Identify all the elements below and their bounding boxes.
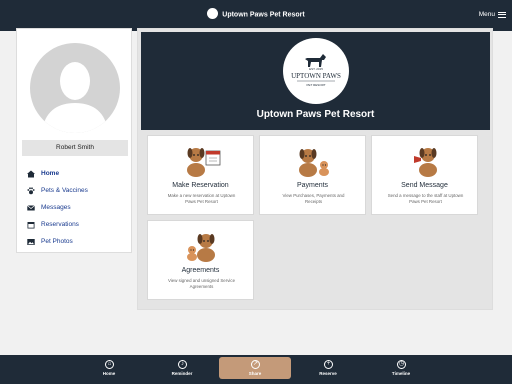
clock-icon: ◷ — [397, 360, 406, 369]
hamburger-icon — [498, 11, 506, 18]
hero-banner: EST. 2015 UPTOWN PAWS PET RESORT Uptown … — [141, 32, 490, 130]
sidebar-item-home[interactable]: Home — [27, 165, 127, 182]
person-silhouette-icon — [42, 62, 108, 133]
tab-label: Reminder — [171, 371, 193, 376]
payments-card[interactable]: Payments View Purchases, Payments and Re… — [259, 135, 366, 215]
sidebar-item-label: Home — [41, 170, 60, 177]
sidebar-item-label: Pets & Vaccines — [41, 187, 88, 194]
sidebar: Robert Smith Home Pets & Vaccines Messag… — [16, 28, 132, 253]
make-reservation-card[interactable]: Make Reservation Make a new reservation … — [147, 135, 254, 215]
envelope-icon — [27, 204, 35, 212]
sidebar-item-messages[interactable]: Messages — [27, 199, 127, 216]
tab-label: Share — [248, 371, 262, 376]
card-description: Make a new reservation at Uptown Paws Pe… — [167, 193, 236, 204]
sidebar-nav: Home Pets & Vaccines Messages Reservatio… — [27, 165, 127, 250]
logo-est-text: EST. 2015 — [309, 67, 323, 71]
home-icon — [27, 170, 35, 178]
tab-label: Reserve — [319, 371, 337, 376]
sidebar-item-label: Messages — [41, 204, 71, 211]
sidebar-item-pet-photos[interactable]: Pet Photos — [27, 233, 127, 250]
tab-share[interactable]: ↗ Share — [219, 357, 291, 379]
menu-button[interactable]: Menu — [479, 11, 506, 18]
app-title: Uptown Paws Pet Resort — [222, 11, 305, 19]
tab-label: Timeline — [391, 371, 411, 376]
sidebar-item-pets-vaccines[interactable]: Pets & Vaccines — [27, 182, 127, 199]
agreements-card[interactable]: Agreements View signed and unsigned Serv… — [147, 220, 254, 300]
photo-icon — [27, 238, 35, 246]
send-message-card[interactable]: Send Message Send a message to the staff… — [371, 135, 478, 215]
logo-main-text: UPTOWN PAWS — [291, 72, 341, 80]
top-app-bar: Uptown Paws Pet Resort Menu — [0, 0, 512, 31]
calendar-icon — [27, 221, 35, 229]
card-description: Send a message to the staff at Uptown Pa… — [387, 193, 464, 204]
menu-label: Menu — [478, 11, 495, 18]
paw-icon — [27, 186, 35, 195]
tab-reminder[interactable]: ♪ Reminder — [146, 355, 218, 384]
bell-icon: ♪ — [178, 360, 187, 369]
card-description: View Purchases, Payments and Receipts — [282, 193, 345, 204]
plus-icon: + — [324, 360, 333, 369]
bottom-nav: ⌂ Home ♪ Reminder ↗ Share + Reserve ◷ Ti… — [0, 355, 512, 384]
app-brand[interactable]: Uptown Paws Pet Resort — [0, 8, 512, 20]
logo-sub-text: PET RESORT — [306, 83, 325, 87]
hero-title: Uptown Paws Pet Resort — [256, 109, 375, 120]
resort-logo: EST. 2015 UPTOWN PAWS PET RESORT — [283, 38, 349, 104]
tab-reserve[interactable]: + Reserve — [292, 355, 364, 384]
dog-calendar-icon — [187, 148, 221, 177]
brand-logo-icon — [207, 8, 219, 19]
dog-pup-icon — [299, 149, 329, 177]
card-title: Send Message — [401, 182, 448, 189]
uptown-paws-logo-icon: EST. 2015 UPTOWN PAWS PET RESORT — [291, 54, 341, 87]
dashboard-panel: EST. 2015 UPTOWN PAWS PET RESORT Uptown … — [137, 28, 493, 310]
sidebar-item-label: Reservations — [41, 221, 79, 228]
dog-pair-icon — [187, 234, 215, 262]
dog-toy-icon — [414, 148, 437, 177]
card-description: View signed and unsigned Service Agreeme… — [167, 278, 236, 289]
tab-label: Home — [102, 371, 116, 376]
tab-timeline[interactable]: ◷ Timeline — [365, 355, 437, 384]
profile-name: Robert Smith — [22, 140, 128, 156]
sidebar-item-reservations[interactable]: Reservations — [27, 216, 127, 233]
card-title: Make Reservation — [172, 182, 229, 189]
card-title: Payments — [296, 182, 329, 189]
card-title: Agreements — [181, 267, 220, 274]
share-icon: ↗ — [251, 360, 260, 369]
avatar[interactable] — [30, 43, 120, 133]
home-icon: ⌂ — [105, 360, 114, 369]
sidebar-item-label: Pet Photos — [41, 238, 73, 245]
tab-home[interactable]: ⌂ Home — [73, 355, 145, 384]
